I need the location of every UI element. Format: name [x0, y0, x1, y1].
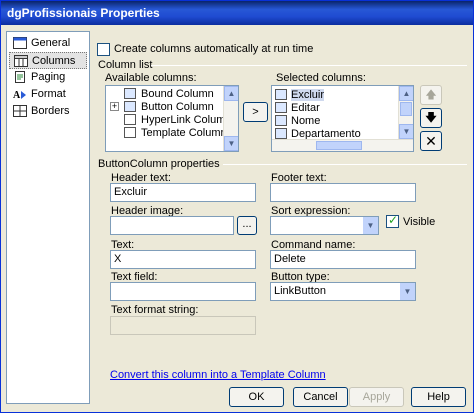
- button-column-icon: [275, 102, 287, 113]
- bound-column-icon: [275, 115, 287, 126]
- window-title: dgProfissionais Properties: [7, 6, 160, 20]
- footer-text-input[interactable]: [270, 183, 416, 202]
- available-columns-scrollbar[interactable]: ▲ ▼: [223, 86, 238, 151]
- scroll-down-icon[interactable]: ▼: [399, 124, 413, 139]
- browse-button[interactable]: ...: [237, 216, 257, 235]
- general-icon: [13, 37, 27, 49]
- button-column-icon: [124, 101, 136, 112]
- properties-dialog: dgProfissionais Properties General Colum…: [0, 0, 474, 413]
- scroll-up-icon[interactable]: ▲: [224, 86, 238, 101]
- sidebar-item-columns[interactable]: Columns: [9, 52, 87, 69]
- delete-column-button[interactable]: ✕: [420, 131, 442, 151]
- scroll-down-icon[interactable]: ▼: [224, 136, 238, 151]
- sidebar-item-label: Columns: [32, 55, 76, 67]
- hyperlink-column-icon: [124, 114, 136, 125]
- visible-checkbox[interactable]: [386, 213, 399, 228]
- visible-label: Visible: [403, 216, 436, 228]
- sidebar-item-borders[interactable]: Borders: [9, 103, 87, 120]
- list-item[interactable]: + Button Column: [110, 100, 220, 114]
- auto-create-checkbox[interactable]: [97, 43, 110, 56]
- move-up-button[interactable]: 🡅: [420, 85, 442, 105]
- header-text-input[interactable]: Excluir: [110, 183, 256, 202]
- sidebar-item-paging[interactable]: Paging: [9, 69, 87, 86]
- sidebar-item-label: Format: [31, 88, 66, 100]
- scroll-thumb[interactable]: [316, 141, 362, 150]
- sidebar-item-label: Borders: [31, 105, 70, 117]
- list-item[interactable]: Bound Column: [110, 87, 220, 101]
- paging-icon: [13, 71, 27, 83]
- auto-create-label: Create columns automatically at run time: [114, 43, 314, 55]
- chevron-down-icon[interactable]: ▼: [400, 283, 415, 300]
- list-item[interactable]: HyperLink Column: [110, 113, 231, 127]
- add-column-button[interactable]: >: [243, 102, 268, 122]
- delete-icon: ✕: [425, 133, 437, 149]
- available-columns-label: Available columns:: [105, 72, 197, 84]
- available-columns-list[interactable]: Bound Column + Button Column HyperLink C…: [105, 85, 239, 152]
- selected-columns-label: Selected columns:: [276, 72, 366, 84]
- borders-icon: [13, 105, 27, 117]
- button-column-icon: [275, 89, 287, 100]
- svg-text:A: A: [13, 90, 21, 100]
- columns-icon: [14, 55, 28, 67]
- button-type-value: LinkButton: [274, 285, 326, 297]
- help-button[interactable]: Help: [411, 387, 466, 407]
- bound-column-icon: [275, 128, 287, 139]
- move-down-button[interactable]: 🡇: [420, 108, 442, 128]
- sidebar-item-label: Paging: [31, 71, 66, 83]
- group-divider: [223, 164, 467, 165]
- text-field-input[interactable]: [110, 282, 256, 301]
- apply-button[interactable]: Apply: [349, 387, 404, 407]
- list-item[interactable]: Editar: [275, 101, 397, 115]
- convert-template-link[interactable]: Convert this column into a Template Colu…: [110, 369, 326, 381]
- properties-group-label: ButtonColumn properties: [98, 158, 220, 170]
- button-type-select[interactable]: LinkButton ▼: [270, 282, 416, 301]
- scroll-thumb[interactable]: [400, 102, 412, 116]
- sidebar-item-format[interactable]: A Format: [9, 86, 87, 103]
- template-column-icon: [124, 127, 136, 138]
- sidebar-item-label: General: [31, 37, 71, 49]
- column-list-label: Column list: [98, 59, 153, 71]
- selected-columns-list[interactable]: Excluir Editar Nome Departamento ▲ ▼: [271, 85, 414, 152]
- title-bar[interactable]: dgProfissionais Properties: [1, 1, 473, 25]
- ok-button[interactable]: OK: [229, 387, 284, 407]
- arrow-down-icon: 🡇: [425, 112, 437, 124]
- chevron-down-icon[interactable]: ▼: [363, 217, 378, 234]
- format-icon: A: [13, 88, 27, 101]
- header-image-input[interactable]: [110, 216, 234, 235]
- cancel-button[interactable]: Cancel: [293, 387, 348, 407]
- text-format-label: Text format string:: [111, 304, 199, 316]
- command-name-input[interactable]: Delete: [270, 250, 416, 269]
- scroll-up-icon[interactable]: ▲: [399, 86, 413, 101]
- selected-columns-hscrollbar[interactable]: [272, 139, 413, 151]
- list-item[interactable]: Nome: [275, 114, 397, 128]
- sidebar: General Columns Paging A Format Borders: [6, 31, 90, 404]
- text-format-input[interactable]: [110, 316, 256, 335]
- text-input[interactable]: X: [110, 250, 256, 269]
- sidebar-item-general[interactable]: General: [9, 35, 87, 52]
- bound-column-icon: [124, 88, 136, 99]
- selected-columns-vscrollbar[interactable]: ▲ ▼: [398, 86, 413, 139]
- list-item[interactable]: Excluir: [275, 88, 397, 102]
- group-divider: [151, 65, 467, 66]
- expand-icon[interactable]: +: [110, 102, 119, 111]
- sort-expression-select[interactable]: ▼: [270, 216, 379, 235]
- list-item[interactable]: Template Column: [110, 126, 227, 140]
- arrow-up-icon: 🡅: [425, 89, 437, 101]
